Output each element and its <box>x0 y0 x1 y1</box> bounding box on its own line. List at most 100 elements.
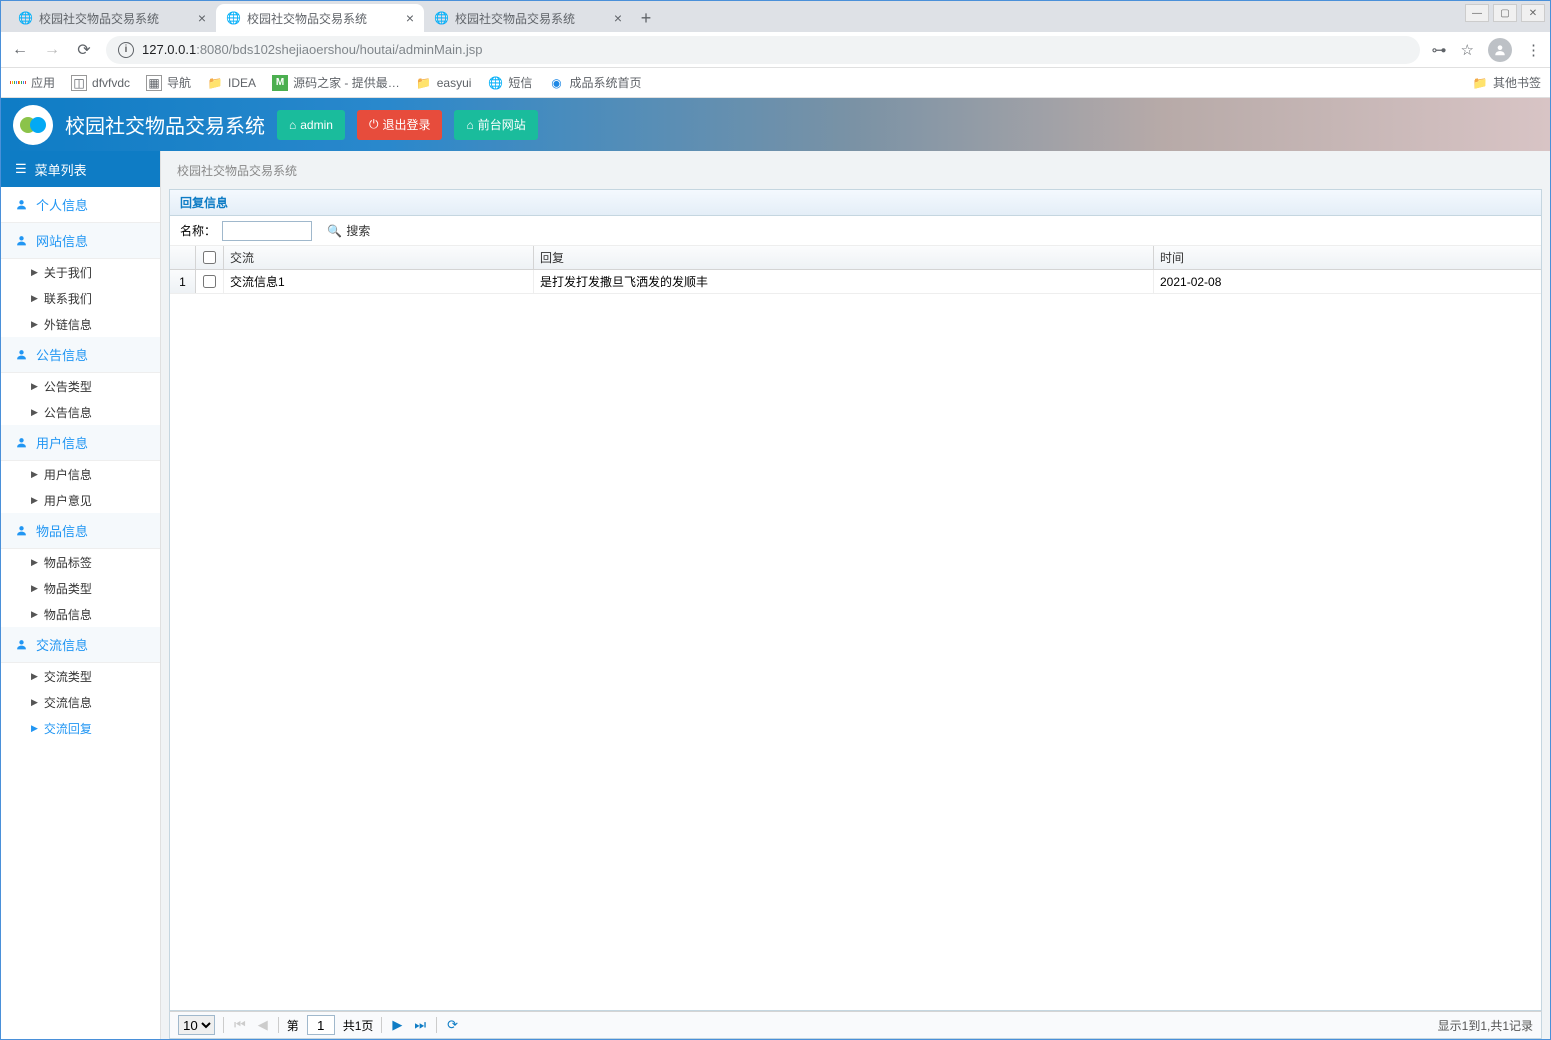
refresh-button[interactable]: ⟳ <box>445 1017 460 1033</box>
sidebar-item[interactable]: ▶关于我们 <box>1 259 160 285</box>
sidebar-item[interactable]: ▶物品类型 <box>1 575 160 601</box>
new-tab-button[interactable]: + <box>632 4 660 32</box>
forward-button[interactable]: → <box>42 41 62 59</box>
caret-right-icon: ▶ <box>31 557 38 568</box>
sidebar-item[interactable]: ▶交流类型 <box>1 663 160 689</box>
logout-button[interactable]: ⏻退出登录 <box>357 110 443 140</box>
close-icon[interactable]: × <box>198 10 206 26</box>
apps-icon <box>10 75 26 91</box>
bookmark-item[interactable]: 应用 <box>10 74 55 91</box>
menu-icon[interactable]: ⋮ <box>1526 41 1541 59</box>
row-checkbox-cell[interactable] <box>196 270 224 293</box>
sidebar-item[interactable]: ▶公告信息 <box>1 399 160 425</box>
admin-button[interactable]: ⌂admin <box>277 110 345 140</box>
column-header[interactable]: 时间 <box>1154 246 1541 269</box>
caret-right-icon: ▶ <box>31 381 38 392</box>
row-checkbox[interactable] <box>203 275 216 288</box>
sidebar-item[interactable]: ▶用户信息 <box>1 461 160 487</box>
bookmark-label: 导航 <box>167 74 191 91</box>
globe-icon: 🌐 <box>487 75 503 91</box>
checkbox-header[interactable] <box>196 246 224 269</box>
pagination-bar: 10 ⏮ ◀ 第 共1页 ▶ ⏭ ⟳ 显示1到1,共1记录 <box>169 1011 1542 1039</box>
close-icon[interactable]: × <box>406 10 414 26</box>
caret-right-icon: ▶ <box>31 407 38 418</box>
caret-right-icon: ▶ <box>31 267 38 278</box>
window-maximize-button[interactable]: ▢ <box>1493 4 1517 22</box>
tab-title: 校园社交物品交易系统 <box>455 10 610 27</box>
sidebar-category[interactable]: 网站信息 <box>1 223 160 259</box>
column-header[interactable]: 回复 <box>534 246 1154 269</box>
bookmark-item[interactable]: M源码之家 - 提供最… <box>272 74 400 91</box>
search-button-label: 搜索 <box>346 222 370 239</box>
page-number-input[interactable] <box>307 1015 335 1035</box>
bookmark-item[interactable]: 🌐短信 <box>487 74 532 91</box>
main-area: 校园社交物品交易系统 回复信息 名称： 🔍 搜索 交流 <box>161 151 1550 1039</box>
site-info-icon[interactable]: i <box>118 42 134 58</box>
bookmark-item[interactable]: 📁IDEA <box>207 75 256 91</box>
bookmarks-bar: 应用 ◫dfvfvdc ▦导航 📁IDEA M源码之家 - 提供最… 📁easyui 🌐短信… <box>0 68 1551 98</box>
globe-icon: 🌐 <box>18 11 33 25</box>
sidebar-item-label: 物品标签 <box>44 554 92 571</box>
breadcrumb: 校园社交物品交易系统 <box>161 151 1550 189</box>
sidebar-item[interactable]: ▶ 物品标签 <box>1 549 160 575</box>
browser-tab-bar: 🌐校园社交物品交易系统×🌐校园社交物品交易系统×🌐校园社交物品交易系统×+ <box>0 0 1551 32</box>
caret-right-icon: ▶ <box>31 609 38 620</box>
last-page-button[interactable]: ⏭ <box>412 1017 428 1033</box>
sidebar-category-label: 公告信息 <box>36 345 88 364</box>
bookmark-item[interactable]: 📁easyui <box>416 75 472 91</box>
profile-avatar[interactable] <box>1488 38 1512 62</box>
search-input[interactable] <box>222 221 312 241</box>
sidebar-category[interactable]: 用户信息 <box>1 425 160 461</box>
sidebar-category[interactable]: 公告信息 <box>1 337 160 373</box>
reload-button[interactable]: ⟳ <box>74 40 94 60</box>
sidebar-item[interactable]: ▶联系我们 <box>1 285 160 311</box>
power-icon: ⏻ <box>369 117 379 132</box>
select-all-checkbox[interactable] <box>203 251 216 264</box>
key-icon[interactable]: ⊶ <box>1432 41 1447 59</box>
window-minimize-button[interactable]: — <box>1465 4 1489 22</box>
sidebar-item-label: 交流回复 <box>44 720 92 737</box>
user-icon <box>15 234 28 247</box>
tab-title: 校园社交物品交易系统 <box>39 10 194 27</box>
bookmark-label: 其他书签 <box>1493 74 1541 91</box>
prev-page-button[interactable]: ◀ <box>256 1017 270 1033</box>
browser-tab[interactable]: 🌐校园社交物品交易系统× <box>424 4 632 32</box>
sidebar-category[interactable]: 个人信息 <box>1 187 160 223</box>
sidebar-item[interactable]: ▶ 交流回复 <box>1 715 160 741</box>
caret-right-icon: ▶ <box>31 723 38 734</box>
sidebar-item-label: 用户信息 <box>44 466 92 483</box>
page-label-suffix: 共1页 <box>343 1017 374 1034</box>
search-button[interactable]: 🔍 搜索 <box>327 222 370 239</box>
address-bar[interactable]: i 127.0.0.1:8080/bds102shejiaoershou/hou… <box>106 36 1420 64</box>
star-icon[interactable]: ☆ <box>1461 41 1474 59</box>
page-size-select[interactable]: 10 <box>178 1015 215 1035</box>
sidebar-item[interactable]: ▶公告类型 <box>1 373 160 399</box>
table-row[interactable]: 1交流信息1是打发打发撒旦飞洒发的发顺丰2021-02-08 <box>170 270 1541 294</box>
frontend-button[interactable]: ⌂前台网站 <box>454 110 537 140</box>
other-bookmarks[interactable]: 📁其他书签 <box>1472 74 1541 91</box>
back-button[interactable]: ← <box>10 41 30 59</box>
sidebar-item[interactable]: ▶交流信息 <box>1 689 160 715</box>
bookmark-item[interactable]: ◉ 成品系统首页 <box>548 74 641 91</box>
bookmark-item[interactable]: ▦导航 <box>146 74 191 91</box>
browser-tab[interactable]: 🌐 校园社交物品交易系统× <box>8 4 216 32</box>
sidebar-category[interactable]: 物品信息 <box>1 513 160 549</box>
first-page-button[interactable]: ⏮ <box>232 1017 248 1033</box>
cell: 2021-02-08 <box>1154 270 1541 293</box>
bookmark-label: 成品系统首页 <box>569 74 641 91</box>
caret-right-icon: ▶ <box>31 671 38 682</box>
bookmark-item[interactable]: ◫dfvfvdc <box>71 75 130 91</box>
sidebar-item[interactable]: ▶物品信息 <box>1 601 160 627</box>
sidebar-category[interactable]: 交流信息 <box>1 627 160 663</box>
sidebar-category-label: 交流信息 <box>36 635 88 654</box>
window-close-button[interactable]: ✕ <box>1521 4 1545 22</box>
url-text: 127.0.0.1:8080/bds102shejiaoershou/houta… <box>142 42 1408 57</box>
browser-tab[interactable]: 🌐校园社交物品交易系统× <box>216 4 424 32</box>
caret-right-icon: ▶ <box>31 293 38 304</box>
globe-icon: ◉ <box>548 75 564 91</box>
close-icon[interactable]: × <box>614 10 622 26</box>
column-header[interactable]: 交流 <box>224 246 534 269</box>
sidebar-item[interactable]: ▶用户意见 <box>1 487 160 513</box>
next-page-button[interactable]: ▶ <box>390 1017 404 1033</box>
sidebar-item[interactable]: ▶外链信息 <box>1 311 160 337</box>
